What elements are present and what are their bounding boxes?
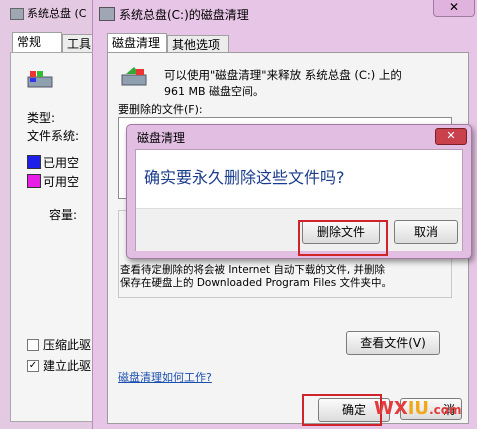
tab-general[interactable]: 常规 (12, 32, 62, 53)
dialog-cancel-button[interactable]: 取消 (394, 220, 458, 244)
index-label: 建立此驱 (43, 359, 92, 373)
close-window-button[interactable]: ✕ (433, 0, 475, 17)
intro-text-line1: 可以使用"磁盘清理"来释放 系统总盘 (C:) 上的 (164, 68, 402, 82)
tab-disk-cleanup[interactable]: 磁盘清理 (107, 33, 167, 54)
capacity-label: 容量: (49, 208, 78, 222)
window-title: 系统总盘(C:)的磁盘清理 (119, 8, 249, 22)
free-space-label: 可用空 (43, 175, 80, 189)
drive-icon (10, 8, 24, 20)
delete-highlight-box (298, 220, 388, 256)
description-line2: 保存在硬盘上的 Downloaded Program Files 文件夹中。 (120, 277, 393, 289)
window-icon (99, 7, 115, 21)
files-to-delete-label: 要删除的文件(F): (118, 103, 203, 116)
dialog-close-button[interactable]: ✕ (435, 128, 467, 145)
cleanup-drive-icon (120, 65, 150, 89)
intro-text-line2: 961 MB 磁盘空间。 (164, 85, 265, 98)
used-space-label: 已用空 (43, 156, 80, 170)
view-files-button[interactable]: 查看文件(V) (346, 331, 440, 355)
type-label: 类型: (27, 111, 56, 125)
drive-large-icon (25, 69, 55, 91)
compress-label: 压缩此驱 (43, 338, 92, 352)
back-window-title: 系统总盘 (C (10, 5, 86, 21)
compress-checkbox[interactable] (27, 339, 39, 351)
used-color-swatch (27, 155, 41, 169)
ok-highlight-box (302, 394, 382, 426)
dialog-title: 磁盘清理 (137, 131, 186, 145)
close-icon: ✕ (446, 129, 456, 142)
index-checkbox[interactable]: ✓ (27, 360, 39, 372)
free-color-swatch (27, 174, 41, 188)
filesystem-label: 文件系统: (27, 129, 80, 143)
dialog-message: 确实要永久删除这些文件吗? (144, 168, 345, 187)
help-link[interactable]: 磁盘清理如何工作? (118, 369, 212, 385)
watermark-logo: WXIU.com (374, 398, 462, 419)
